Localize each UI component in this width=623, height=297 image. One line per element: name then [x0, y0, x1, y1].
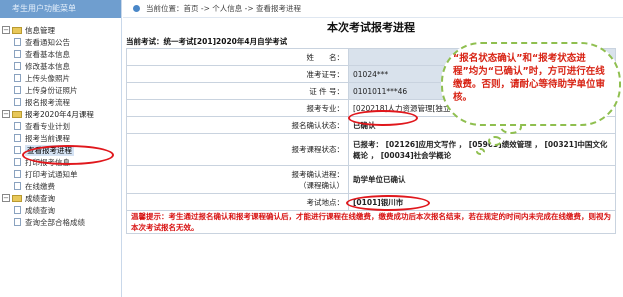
sidebar-item-register-course[interactable]: 报考当前课程 [0, 132, 121, 144]
sidebar-item-notices[interactable]: 查看通知公告 [0, 36, 121, 48]
ticket-label: 准考证号： [126, 65, 349, 83]
id-label: 证 件 号： [126, 82, 349, 100]
group-label: 信息管理 [25, 25, 55, 35]
group-label: 报考2020年4月课程 [25, 109, 94, 119]
status-label: 报名确认状态： [126, 116, 349, 134]
table-row: 报考课程状态： 已报考： [02126]应用文写作 ， [05963]绩效管理 … [126, 133, 616, 166]
document-icon [14, 50, 21, 58]
document-icon [14, 134, 21, 142]
collapse-icon[interactable]: − [2, 110, 10, 118]
cloud-puff [476, 148, 485, 155]
warning-text: 温馨提示：考生通过报名确认和报考课程确认后，才能进行课程在线缴费，缴费成功后本次… [126, 210, 616, 234]
progress-label-cell: 报考确认进程： （课程确认） [126, 165, 349, 194]
document-icon [14, 62, 21, 70]
sidebar-item-upload-photo[interactable]: 上传头像照片 [0, 72, 121, 84]
table-row: 报考确认进程： （课程确认） 助学单位已确认 [126, 165, 616, 194]
site-label: 考试地点： [126, 193, 349, 211]
callout-note: “报名状态确认”和“报考状态进程”均为“已确认”时，方可进行在线缴费。否则，请耐… [441, 42, 621, 126]
sidebar-tree: − 信息管理 查看通知公告 查看基本信息 修改基本信息 上传头像照片 上传身份证照… [0, 18, 121, 228]
document-icon [14, 74, 21, 82]
sidebar-group-scores[interactable]: − 成绩查询 [0, 192, 121, 204]
sidebar-header: 考生用户功能菜单 [0, 0, 121, 18]
document-icon [14, 158, 21, 166]
breadcrumb-bar: 当前位置：首页 -> 个人信息 -> 查看报考进程 [123, 0, 623, 18]
sidebar-item-plan[interactable]: 查看专业计划 [0, 120, 121, 132]
name-label: 姓 名： [126, 48, 349, 66]
page-title: 本次考试报考进程 [327, 21, 415, 34]
sidebar-item-scores[interactable]: 成绩查询 [0, 204, 121, 216]
collapse-icon[interactable]: − [2, 194, 10, 202]
document-icon [14, 182, 21, 190]
document-icon [14, 86, 21, 94]
folder-icon [12, 26, 22, 34]
location-icon [133, 5, 140, 12]
progress-value: 助学单位已确认 [348, 165, 616, 194]
collapse-icon[interactable]: − [2, 26, 10, 34]
sidebar-group-info[interactable]: − 信息管理 [0, 24, 121, 36]
sidebar-item-upload-id[interactable]: 上传身份证照片 [0, 84, 121, 96]
group-label: 成绩查询 [25, 193, 55, 203]
document-icon [14, 206, 21, 214]
table-row: 温馨提示：考生通过报名确认和报考课程确认后，才能进行课程在线缴费，缴费成功后本次… [126, 210, 616, 234]
sidebar: 考生用户功能菜单 − 信息管理 查看通知公告 查看基本信息 修改基本信息 上传头像… [0, 0, 122, 297]
course-label: 报考课程状态： [126, 133, 349, 166]
sidebar-item-basic-info[interactable]: 查看基本信息 [0, 48, 121, 60]
sidebar-item-edit-info[interactable]: 修改基本信息 [0, 60, 121, 72]
progress-label-sub: （课程确认） [299, 180, 344, 190]
document-icon [14, 98, 21, 106]
progress-label: 报考确认进程： [291, 169, 345, 179]
document-icon [14, 170, 21, 178]
folder-icon [12, 194, 22, 202]
sidebar-item-process[interactable]: 报名报考流程 [0, 96, 121, 108]
breadcrumb: 当前位置：首页 -> 个人信息 -> 查看报考进程 [146, 4, 302, 13]
folder-icon [12, 110, 22, 118]
cloud-puff [488, 136, 502, 146]
document-icon [14, 122, 21, 130]
sidebar-group-exam[interactable]: − 报考2020年4月课程 [0, 108, 121, 120]
document-icon [14, 146, 21, 154]
major-label: 报考专业： [126, 99, 349, 117]
document-icon [14, 218, 21, 226]
sidebar-item-all-passed[interactable]: 查询全部合格成绩 [0, 216, 121, 228]
sidebar-item-print-info[interactable]: 打印报考信息 [0, 156, 121, 168]
sidebar-item-payment[interactable]: 在线缴费 [0, 180, 121, 192]
sidebar-item-view-progress[interactable]: 查看报考进程 [0, 144, 121, 156]
site-value: [0101]银川市 [348, 193, 616, 211]
document-icon [14, 38, 21, 46]
sidebar-item-print-notice[interactable]: 打印考试通知单 [0, 168, 121, 180]
table-row: 考试地点： [0101]银川市 [126, 193, 616, 211]
